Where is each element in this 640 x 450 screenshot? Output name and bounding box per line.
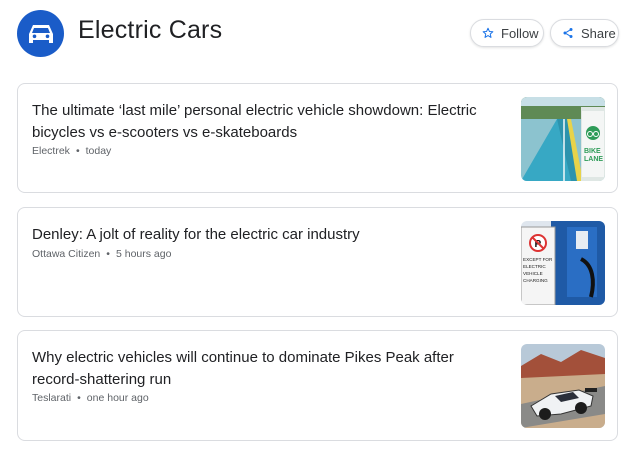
page-title: Electric Cars bbox=[78, 16, 223, 44]
article-thumbnail[interactable]: BIKE LANE bbox=[521, 97, 605, 181]
svg-text:BIKE: BIKE bbox=[584, 148, 601, 155]
topic-header: Electric Cars Follow Share bbox=[0, 0, 640, 70]
article-time: one hour ago bbox=[86, 392, 149, 404]
article-headline[interactable]: Why electric vehicles will continue to d… bbox=[32, 347, 497, 391]
article-card[interactable]: Denley: A jolt of reality for the electr… bbox=[17, 207, 618, 317]
article-source: Ottawa Citizen bbox=[32, 248, 101, 260]
follow-button[interactable]: Follow bbox=[470, 19, 544, 47]
star-outline-icon bbox=[482, 27, 494, 39]
follow-label: Follow bbox=[501, 25, 539, 41]
separator-dot: • bbox=[106, 248, 110, 260]
article-time: today bbox=[85, 145, 112, 157]
share-button[interactable]: Share bbox=[550, 19, 619, 47]
article-card[interactable]: The ultimate ‘last mile’ personal electr… bbox=[17, 83, 618, 193]
article-source: Teslarati bbox=[32, 392, 72, 404]
article-headline[interactable]: The ultimate ‘last mile’ personal electr… bbox=[32, 100, 497, 144]
article-thumbnail[interactable]: P EXCEPT FOR ELECTRIC VEHICLE CHARGING bbox=[521, 221, 605, 305]
article-thumbnail[interactable] bbox=[521, 344, 605, 428]
topic-avatar bbox=[17, 10, 64, 57]
svg-text:CHARGING: CHARGING bbox=[523, 278, 548, 283]
article-meta: Electrek • today bbox=[32, 145, 111, 157]
svg-text:LANE: LANE bbox=[584, 156, 603, 163]
article-meta: Teslarati • one hour ago bbox=[32, 392, 149, 404]
article-meta: Ottawa Citizen • 5 hours ago bbox=[32, 248, 171, 260]
article-card[interactable]: Why electric vehicles will continue to d… bbox=[17, 330, 618, 441]
svg-text:EXCEPT FOR: EXCEPT FOR bbox=[523, 257, 553, 262]
article-time: 5 hours ago bbox=[115, 248, 172, 260]
separator-dot: • bbox=[75, 145, 80, 157]
share-icon bbox=[562, 27, 574, 39]
separator-dot: • bbox=[77, 392, 81, 404]
article-headline[interactable]: Denley: A jolt of reality for the electr… bbox=[32, 224, 497, 246]
car-icon bbox=[28, 24, 53, 43]
svg-text:ELECTRIC: ELECTRIC bbox=[523, 264, 546, 269]
share-label: Share bbox=[581, 25, 616, 41]
svg-text:VEHICLE: VEHICLE bbox=[523, 271, 543, 276]
article-source: Electrek bbox=[32, 145, 70, 157]
